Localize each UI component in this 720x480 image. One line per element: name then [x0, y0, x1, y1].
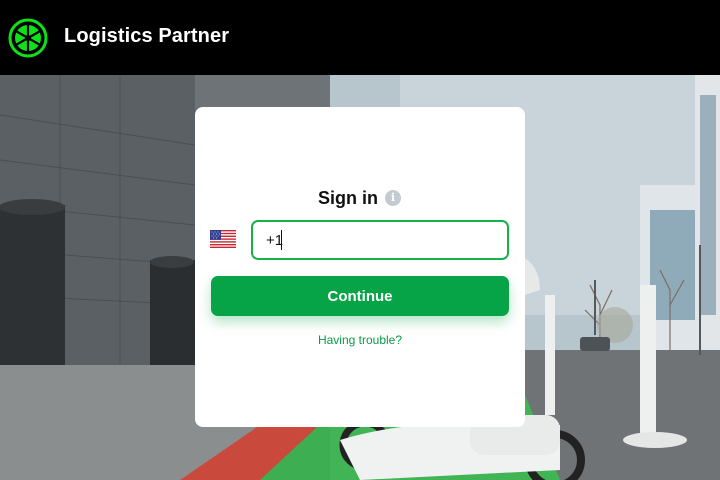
us-flag-icon[interactable] — [210, 230, 236, 248]
having-trouble-link[interactable]: Having trouble? — [195, 333, 525, 347]
continue-button[interactable]: Continue — [211, 276, 509, 316]
info-icon[interactable]: i — [385, 190, 401, 206]
top-bar: Logistics Partner — [0, 0, 720, 75]
phone-number-input[interactable] — [251, 220, 509, 260]
signin-title-row: Sign in i — [0, 186, 720, 210]
brand-title: Logistics Partner — [64, 25, 230, 47]
signin-title: Sign in — [318, 188, 378, 208]
text-caret — [281, 230, 282, 250]
lime-wheel-logo-icon[interactable] — [8, 18, 48, 58]
signin-card — [195, 107, 525, 427]
